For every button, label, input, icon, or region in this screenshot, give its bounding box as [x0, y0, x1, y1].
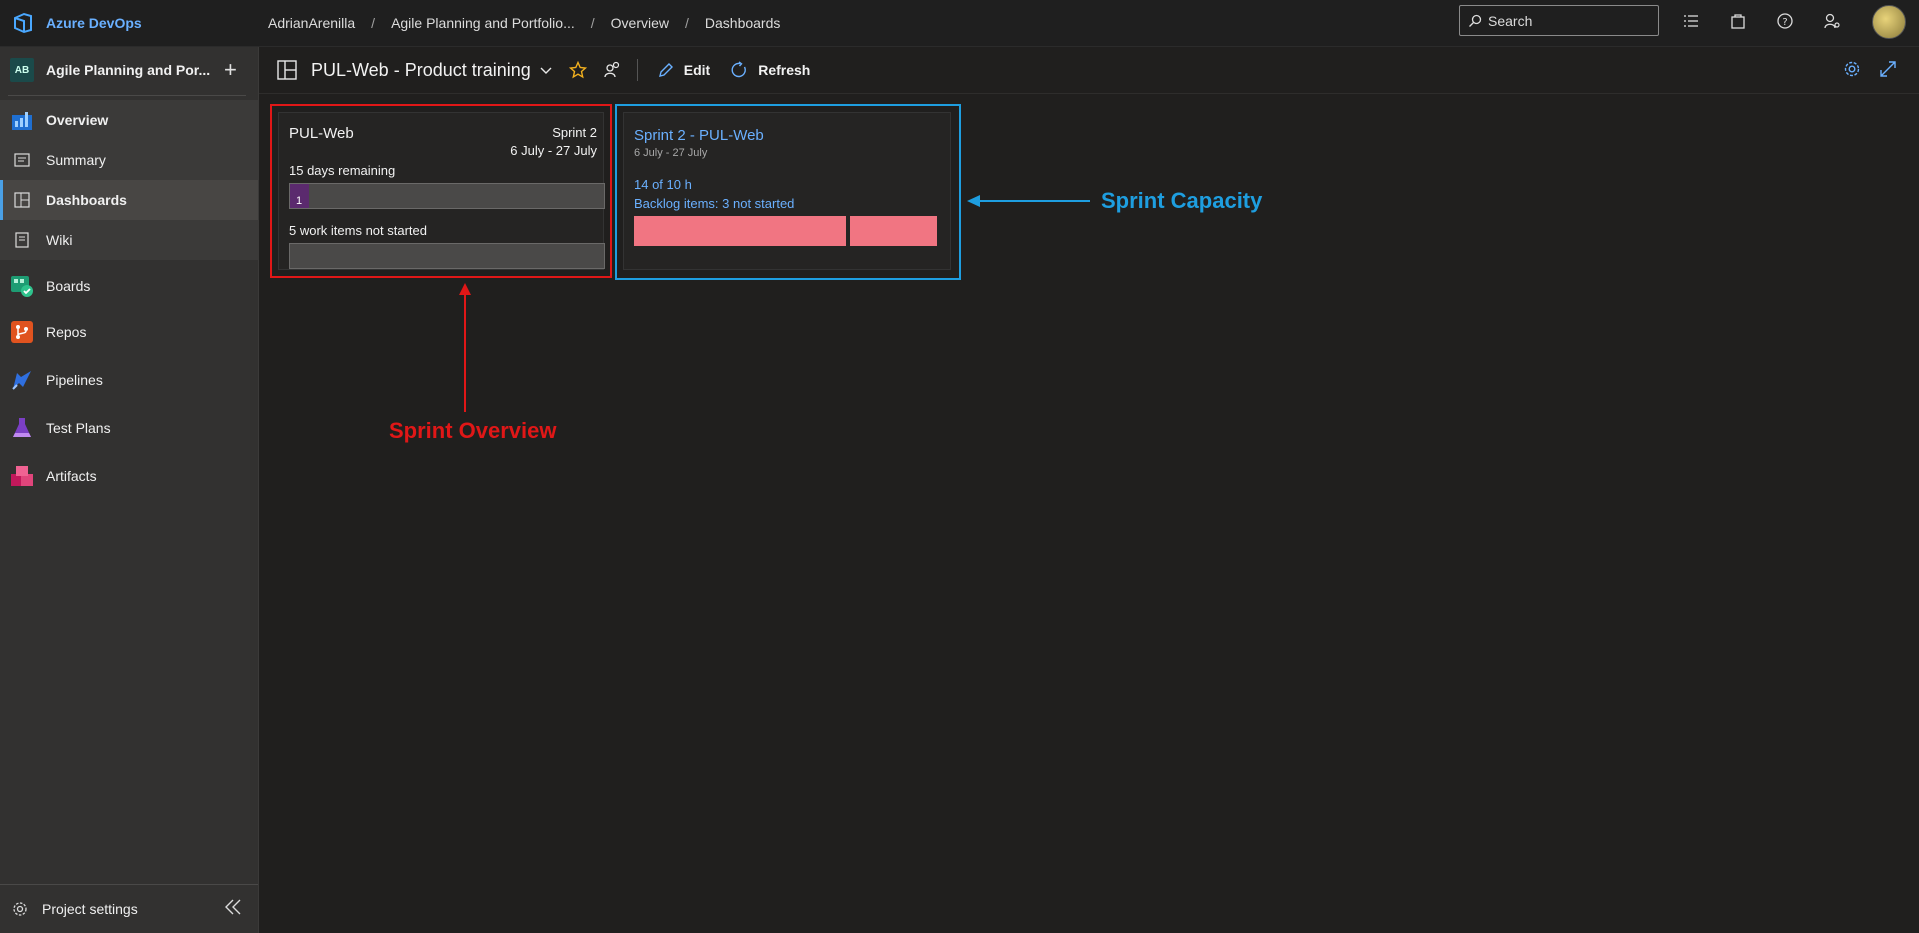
sidebar-item-artifacts[interactable]: Artifacts — [0, 452, 258, 500]
edit-label: Edit — [683, 62, 711, 78]
sprint-name: Sprint 2 — [552, 125, 597, 140]
breadcrumb-separator: / — [685, 15, 689, 31]
sidebar-item-overview[interactable]: Overview — [0, 100, 258, 140]
dashboard-icon — [277, 60, 297, 80]
sidebar-item-label: Pipelines — [46, 372, 103, 388]
breadcrumb-overview[interactable]: Overview — [611, 15, 669, 31]
breadcrumb-project[interactable]: Agile Planning and Portfolio... — [391, 15, 575, 31]
work-items-status: 5 work items not started — [289, 223, 427, 238]
marketplace-bag-icon[interactable] — [1727, 10, 1749, 32]
sidebar-item-wiki[interactable]: Wiki — [0, 220, 258, 260]
collapse-sidebar-icon[interactable] — [224, 898, 242, 916]
header-right-actions — [1843, 60, 1897, 83]
settings-gear-icon[interactable] — [1843, 60, 1861, 83]
sprint-capacity-widget[interactable]: Sprint 2 - PUL-Web 6 July - 27 July 14 o… — [615, 104, 961, 280]
breadcrumb-separator: / — [590, 15, 595, 31]
sidebar-item-boards[interactable]: Boards — [0, 264, 258, 308]
dashboard-header: PUL-Web - Product training Edit Refresh — [259, 47, 1919, 94]
sidebar-item-summary[interactable]: Summary — [0, 140, 258, 180]
dashboard-icon — [10, 188, 34, 212]
pipelines-icon — [10, 368, 34, 392]
project-header[interactable]: AB Agile Planning and Por... + — [0, 47, 258, 93]
breadcrumb-separator: / — [371, 15, 376, 31]
search-box[interactable]: Search — [1459, 5, 1659, 36]
capacity-title[interactable]: Sprint 2 - PUL-Web — [634, 127, 764, 144]
edit-button[interactable]: Edit — [658, 62, 710, 78]
sidebar-item-pipelines[interactable]: Pipelines — [0, 356, 258, 404]
top-icons: ? — [1680, 10, 1843, 32]
capacity-dates: 6 July - 27 July — [634, 147, 708, 159]
overview-icon — [10, 108, 34, 132]
breadcrumb-org[interactable]: AdrianArenilla — [268, 15, 355, 31]
brand[interactable]: Azure DevOps — [10, 10, 268, 36]
dashboard-title[interactable]: PUL-Web - Product training — [311, 60, 531, 81]
help-icon[interactable]: ? — [1774, 10, 1796, 32]
user-settings-icon[interactable] — [1821, 10, 1843, 32]
capacity-bar — [634, 216, 937, 246]
sidebar-item-repos[interactable]: Repos — [0, 308, 258, 356]
capacity-hours: 14 of 10 h — [634, 177, 692, 192]
overview-arrow-head — [459, 283, 471, 295]
user-avatar[interactable] — [1872, 5, 1906, 39]
sidebar: AB Agile Planning and Por... + Overview … — [0, 47, 259, 933]
top-bar: Azure DevOps AdrianArenilla / Agile Plan… — [0, 0, 1919, 47]
sprint-overview-card: PUL-Web Sprint 2 6 July - 27 July 15 day… — [278, 112, 605, 270]
capacity-backlog: Backlog items: 3 not started — [634, 196, 795, 211]
artifacts-icon — [10, 464, 34, 488]
project-settings[interactable]: Project settings — [0, 884, 258, 933]
project-avatar: AB — [10, 58, 34, 82]
sidebar-item-label: Test Plans — [46, 420, 111, 436]
capacity-bar-segment — [850, 216, 937, 246]
sidebar-divider — [8, 95, 246, 96]
favorite-star-icon[interactable] — [568, 61, 587, 79]
repos-icon — [10, 320, 34, 344]
refresh-icon — [730, 61, 748, 79]
capacity-bar-segment — [634, 216, 846, 246]
search-input[interactable]: Search — [1488, 13, 1532, 29]
gear-icon — [12, 901, 28, 917]
search-icon — [1468, 14, 1482, 28]
boards-icon — [10, 274, 34, 298]
brand-name: Azure DevOps — [46, 15, 142, 31]
azure-devops-logo-icon — [10, 10, 36, 36]
refresh-label: Refresh — [758, 62, 811, 78]
sidebar-item-label: Dashboards — [46, 192, 127, 208]
work-items-icon[interactable] — [1680, 10, 1702, 32]
breadcrumb: AdrianArenilla / Agile Planning and Port… — [268, 15, 780, 31]
sprint-overview-widget[interactable]: PUL-Web Sprint 2 6 July - 27 July 15 day… — [270, 104, 612, 278]
test-plans-icon — [10, 416, 34, 440]
sidebar-item-label: Wiki — [46, 232, 73, 248]
days-progress-bar: 1 — [289, 183, 605, 209]
header-divider — [636, 59, 638, 81]
sidebar-item-label: Repos — [46, 324, 87, 340]
wiki-icon — [10, 228, 34, 252]
team-name: PUL-Web — [289, 125, 354, 142]
work-items-bar — [289, 243, 605, 269]
breadcrumb-dashboards[interactable]: Dashboards — [705, 15, 781, 31]
add-icon[interactable]: + — [224, 59, 237, 81]
sidebar-item-label: Boards — [46, 278, 91, 294]
sidebar-item-label: Summary — [46, 152, 106, 168]
sprint-dates: 6 July - 27 July — [510, 143, 597, 158]
svg-text:?: ? — [1782, 17, 1787, 28]
days-progress-count: 1 — [296, 195, 303, 207]
sidebar-item-label: Artifacts — [46, 468, 97, 484]
project-settings-label: Project settings — [42, 901, 138, 917]
team-members-icon[interactable] — [603, 61, 621, 79]
refresh-button[interactable]: Refresh — [730, 61, 810, 79]
days-remaining: 15 days remaining — [289, 163, 396, 178]
capacity-arrow-head — [967, 195, 980, 207]
sprint-capacity-card: Sprint 2 - PUL-Web 6 July - 27 July 14 o… — [623, 112, 951, 270]
summary-icon — [10, 148, 34, 172]
project-name: Agile Planning and Por... — [46, 62, 211, 78]
sidebar-item-label: Overview — [46, 112, 109, 128]
fullscreen-icon[interactable] — [1879, 60, 1897, 83]
sprint-overview-callout: Sprint Overview — [389, 418, 557, 443]
sprint-capacity-callout: Sprint Capacity — [1101, 188, 1263, 213]
chevron-down-icon[interactable] — [539, 63, 553, 77]
sidebar-item-dashboards[interactable]: Dashboards — [0, 180, 258, 220]
pencil-icon — [658, 62, 674, 78]
sidebar-item-test-plans[interactable]: Test Plans — [0, 404, 258, 452]
